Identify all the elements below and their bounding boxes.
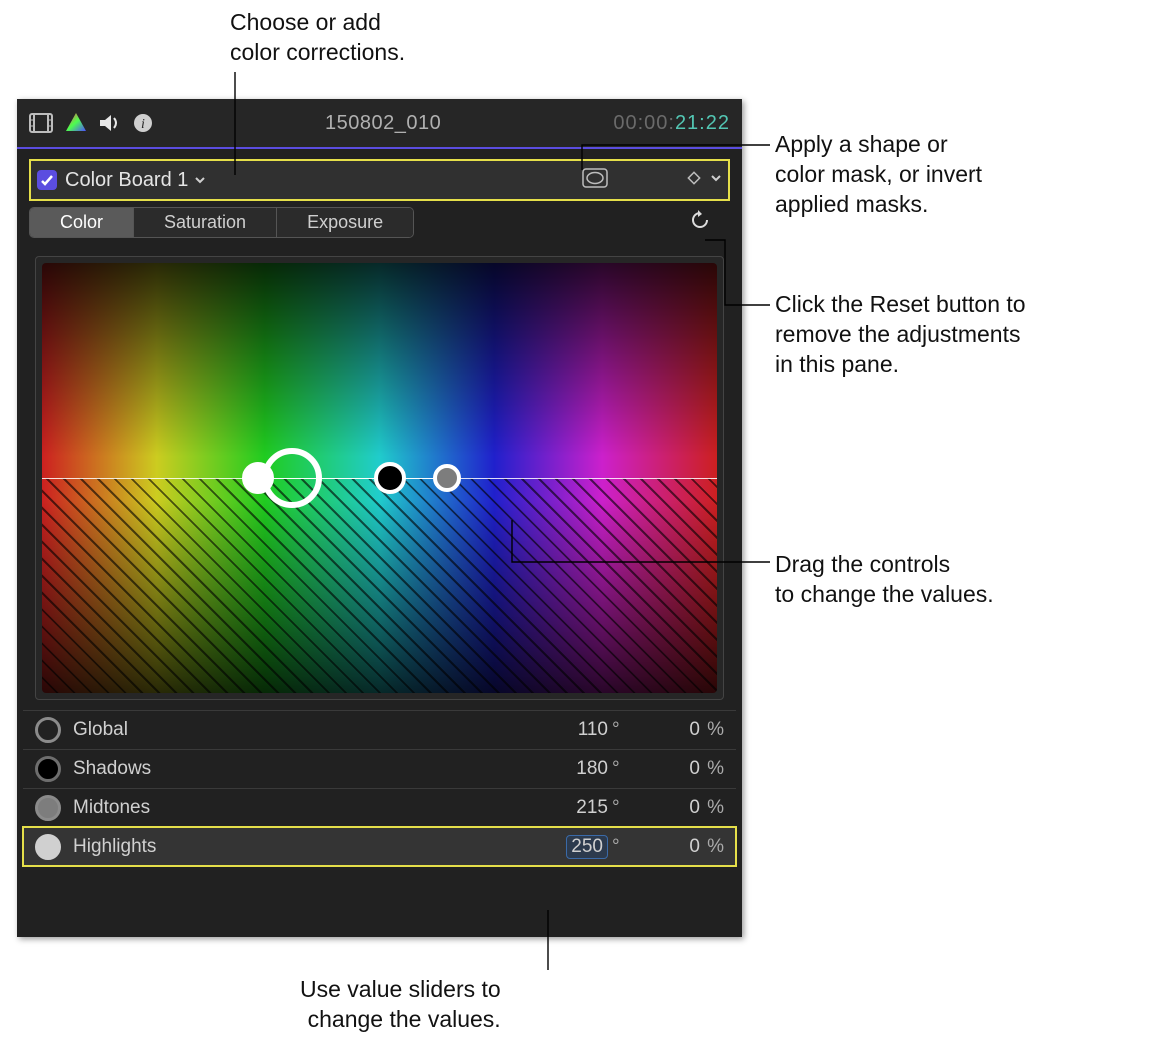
swatch-highlights-icon [35, 834, 61, 860]
pct-value-slider[interactable]: 0 [630, 836, 700, 858]
tab-exposure[interactable]: Exposure [277, 208, 413, 237]
row-midtones: Midtones 215 ° 0 % [23, 788, 736, 827]
chevron-down-icon [194, 169, 206, 192]
degree-unit: ° [608, 836, 630, 858]
negative-region-hatch [42, 478, 717, 693]
callout-mask: Apply a shape or color mask, or invert a… [775, 130, 982, 220]
parameter-tabs: Color Saturation Exposure [29, 207, 730, 238]
row-label: Highlights [73, 836, 566, 858]
timecode-dim-part: 00:00: [613, 112, 675, 135]
color-puck-shadows[interactable] [374, 462, 406, 494]
degree-unit: ° [608, 719, 630, 741]
clip-name: 150802_010 [165, 112, 601, 135]
color-puck-global[interactable] [262, 448, 322, 508]
svg-text:i: i [141, 117, 145, 132]
percent-unit: % [700, 719, 724, 741]
correction-enable-checkbox[interactable] [37, 170, 57, 190]
color-board[interactable] [42, 263, 717, 693]
swatch-global-icon [35, 717, 61, 743]
inspector-header: i 150802_010 00:00:21:22 [17, 99, 742, 149]
timecode-bright-part: 21:22 [675, 112, 730, 135]
inspector-panel: i 150802_010 00:00:21:22 Color Board 1 [17, 99, 742, 937]
percent-unit: % [700, 797, 724, 819]
row-global: Global 110 ° 0 % [23, 710, 736, 749]
tab-color[interactable]: Color [30, 208, 134, 237]
audio-inspector-icon[interactable] [99, 113, 121, 133]
swatch-midtones-icon [35, 795, 61, 821]
hue-value-slider[interactable]: 180 [538, 758, 608, 780]
mask-ellipse-icon[interactable] [582, 168, 608, 193]
row-shadows: Shadows 180 ° 0 % [23, 749, 736, 788]
hue-value-slider[interactable]: 250 [566, 835, 608, 859]
chevron-down-icon[interactable] [710, 171, 722, 189]
video-inspector-icon[interactable] [29, 113, 53, 133]
hue-value-slider[interactable]: 110 [538, 719, 608, 741]
swatch-shadows-icon [35, 756, 61, 782]
info-inspector-icon[interactable]: i [133, 113, 153, 133]
callout-choose-correction: Choose or add color corrections. [230, 8, 405, 68]
percent-unit: % [700, 836, 724, 858]
correction-popup[interactable]: Color Board 1 [65, 169, 206, 192]
color-puck-midtones[interactable] [433, 464, 461, 492]
row-label: Shadows [73, 758, 538, 780]
row-highlights: Highlights 250 ° 0 % [23, 827, 736, 866]
callout-reset: Click the Reset button to remove the adj… [775, 290, 1026, 380]
pct-value-slider[interactable]: 0 [630, 719, 700, 741]
degree-unit: ° [608, 758, 630, 780]
hue-value-slider[interactable]: 215 [538, 797, 608, 819]
color-board-container [35, 256, 724, 700]
row-label: Global [73, 719, 538, 741]
percent-unit: % [700, 758, 724, 780]
callout-value-sliders: Use value sliders to change the values. [300, 975, 501, 1035]
row-label: Midtones [73, 797, 538, 819]
callout-drag-controls: Drag the controls to change the values. [775, 550, 994, 610]
tab-saturation[interactable]: Saturation [134, 208, 277, 237]
correction-title-label: Color Board 1 [65, 169, 188, 192]
timecode-display: 00:00:21:22 [613, 112, 730, 135]
reset-button[interactable] [690, 210, 710, 236]
keyframe-diamond-icon[interactable] [686, 170, 702, 191]
correction-selector-row: Color Board 1 [29, 159, 730, 201]
color-inspector-icon[interactable] [65, 112, 87, 134]
pct-value-slider[interactable]: 0 [630, 797, 700, 819]
pct-value-slider[interactable]: 0 [630, 758, 700, 780]
degree-unit: ° [608, 797, 630, 819]
value-rows: Global 110 ° 0 % Shadows 180 ° 0 % Midto… [23, 710, 736, 866]
